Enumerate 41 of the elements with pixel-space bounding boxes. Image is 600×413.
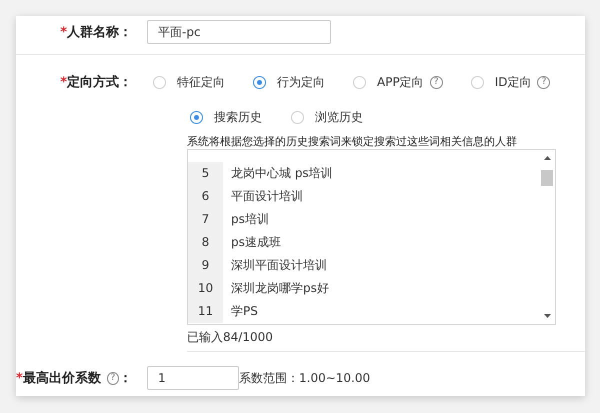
radio-button[interactable] bbox=[291, 111, 304, 124]
keyword-text: 深圳龙岗哪学ps好 bbox=[230, 280, 329, 297]
help-icon[interactable]: ? bbox=[430, 76, 443, 88]
keyword-text: 深圳平面设计培训 bbox=[230, 257, 327, 274]
range-text: 系数范围：1.00~10.00 bbox=[239, 370, 370, 386]
line-number: 7 bbox=[188, 208, 223, 231]
radio-option[interactable]: APP定向 bbox=[353, 74, 424, 90]
char-counter: 已输入84/1000 bbox=[187, 329, 274, 346]
radio-button[interactable] bbox=[253, 76, 266, 88]
field-label: *最高出价系数 ? ： bbox=[16, 370, 132, 387]
hint-text: 系统将根据您选择的历史搜索词来锁定搜索过这些词相关信息的人群 bbox=[187, 134, 518, 149]
radio-button[interactable] bbox=[190, 111, 203, 124]
scroll-up-icon[interactable] bbox=[544, 156, 550, 160]
line-number: 11 bbox=[188, 300, 223, 323]
radio-option[interactable]: 浏览历史 bbox=[291, 109, 363, 126]
keyword-text: 龙岗中心城 ps培训 bbox=[230, 165, 333, 182]
line-number: 9 bbox=[188, 254, 223, 277]
keyword-text: 学PS bbox=[230, 303, 258, 320]
radio-button[interactable] bbox=[353, 76, 366, 88]
scroll-thumb[interactable] bbox=[541, 170, 553, 186]
field-label: *定向方式： bbox=[59, 74, 132, 91]
radio-option[interactable]: 特征定向 bbox=[153, 74, 225, 90]
radio-option[interactable]: ID定向 bbox=[470, 74, 532, 90]
keyword-text: ps速成班 bbox=[230, 234, 281, 251]
help-icon[interactable]: ? bbox=[106, 372, 119, 384]
bid-input[interactable]: 1 bbox=[147, 366, 239, 390]
scroll-down-icon[interactable] bbox=[544, 314, 550, 318]
line-number: 6 bbox=[188, 185, 223, 208]
line-number: 10 bbox=[188, 277, 223, 300]
line-number: 5 bbox=[188, 162, 223, 185]
keyword-text: ps培训 bbox=[230, 211, 269, 228]
field-label: *人群名称： bbox=[59, 24, 132, 41]
radio-option[interactable]: 行为定向 bbox=[253, 74, 325, 90]
radio-button[interactable] bbox=[470, 76, 484, 88]
line-number: 8 bbox=[188, 231, 223, 254]
radio-option[interactable]: 搜索历史 bbox=[190, 109, 262, 126]
keyword-text: 平面设计培训 bbox=[230, 188, 303, 205]
radio-button[interactable] bbox=[153, 76, 166, 88]
keyword-list[interactable]: 5 龙岗中心城 ps培训 6 平面设计培训 7 ps培训 8 ps速成班 9 深圳平面设计培训 10 深圳龙岗哪学ps好 11 学PS bbox=[187, 149, 556, 325]
help-icon[interactable]: ? bbox=[537, 76, 550, 88]
name-input[interactable]: 平面-pc bbox=[147, 20, 331, 44]
